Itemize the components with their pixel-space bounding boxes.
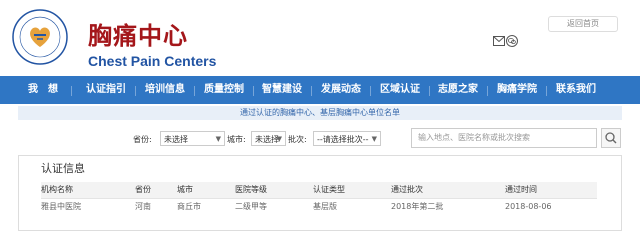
province-label: 省份: bbox=[133, 135, 152, 144]
chevron-down-icon: ▼ bbox=[276, 135, 282, 143]
nav-divider bbox=[253, 86, 254, 96]
nav-item-smart-construction[interactable]: 智慧建设 bbox=[262, 76, 302, 104]
cell-hospital-level: 二级甲等 bbox=[235, 202, 267, 211]
home-link[interactable]: 返回首页 bbox=[548, 16, 618, 32]
nav-divider bbox=[135, 86, 136, 96]
table-row[interactable]: 雅县中医院 河南 商丘市 二级甲等 基层版 2018年第二批 2018-08-0… bbox=[41, 199, 597, 215]
site-title-cn: 胸痛中心 bbox=[88, 22, 188, 50]
col-date: 通过时间 bbox=[505, 185, 537, 194]
site-header: 胸痛中心 Chest Pain Centers 返回首页 bbox=[0, 0, 640, 76]
table-header: 机构名称 省份 城市 医院等级 认证类型 通过批次 通过时间 bbox=[41, 182, 597, 199]
nav-divider bbox=[487, 86, 488, 96]
nav-divider bbox=[194, 86, 195, 96]
cell-city: 商丘市 bbox=[177, 202, 201, 211]
certification-panel: 认证信息 机构名称 省份 城市 医院等级 认证类型 通过批次 通过时间 雅县中医… bbox=[18, 155, 622, 231]
page-subtitle: 通过认证的胸痛中心、基层胸痛中心单位名单 bbox=[18, 106, 622, 120]
col-city: 城市 bbox=[177, 185, 193, 194]
nav-item-wo-xiang[interactable]: 我 想 bbox=[28, 76, 58, 104]
nav-divider bbox=[370, 86, 371, 96]
search-button[interactable] bbox=[601, 128, 621, 148]
cell-institution: 雅县中医院 bbox=[41, 202, 81, 211]
cell-batch: 2018年第二批 bbox=[391, 202, 444, 211]
panel-title: 认证信息 bbox=[41, 162, 85, 175]
col-province: 省份 bbox=[135, 185, 151, 194]
cell-certification-type: 基层版 bbox=[313, 202, 337, 211]
col-certification-type: 认证类型 bbox=[313, 185, 345, 194]
province-select-value: 未选择 bbox=[164, 135, 188, 144]
province-select[interactable]: 未选择 ▼ bbox=[160, 131, 225, 146]
nav-item-training[interactable]: 培训信息 bbox=[145, 76, 185, 104]
nav-item-academy[interactable]: 胸痛学院 bbox=[497, 76, 537, 104]
cell-province: 河南 bbox=[135, 202, 151, 211]
nav-item-quality-control[interactable]: 质量控制 bbox=[204, 76, 244, 104]
batch-select-value: --请选择批次-- bbox=[317, 135, 369, 144]
nav-divider bbox=[429, 86, 430, 96]
nav-divider bbox=[546, 86, 547, 96]
batch-select[interactable]: --请选择批次-- ▼ bbox=[313, 131, 381, 146]
nav-item-regional-certification[interactable]: 区域认证 bbox=[380, 76, 420, 104]
nav-item-news[interactable]: 发展动态 bbox=[321, 76, 361, 104]
nav-item-certification-guide[interactable]: 认证指引 bbox=[86, 76, 126, 104]
wechat-icon[interactable] bbox=[506, 35, 518, 47]
col-batch: 通过批次 bbox=[391, 185, 423, 194]
city-select[interactable]: 未选择 ▼ bbox=[251, 131, 286, 146]
site-title-en: Chest Pain Centers bbox=[88, 53, 217, 69]
col-hospital-level: 医院等级 bbox=[235, 185, 267, 194]
cell-date: 2018-08-06 bbox=[505, 202, 552, 211]
nav-divider bbox=[311, 86, 312, 96]
city-label: 城市: bbox=[227, 135, 246, 144]
city-select-value: 未选择 bbox=[255, 135, 279, 144]
main-nav: 我 想 认证指引 培训信息 质量控制 智慧建设 发展动态 区域认证 志愿之家 胸… bbox=[0, 76, 640, 104]
nav-item-contact[interactable]: 联系我们 bbox=[556, 76, 596, 104]
search-icon bbox=[605, 132, 617, 144]
col-institution: 机构名称 bbox=[41, 185, 73, 194]
chevron-down-icon: ▼ bbox=[371, 135, 377, 143]
mail-icon[interactable] bbox=[493, 36, 505, 46]
chest-pain-center-logo[interactable] bbox=[12, 9, 68, 65]
nav-item-volunteers[interactable]: 志愿之家 bbox=[438, 76, 478, 104]
nav-divider bbox=[71, 86, 72, 96]
batch-label: 批次: bbox=[288, 135, 307, 144]
chevron-down-icon: ▼ bbox=[215, 135, 221, 143]
search-input[interactable]: 输入地点、医院名称或批次搜索 bbox=[411, 128, 597, 148]
